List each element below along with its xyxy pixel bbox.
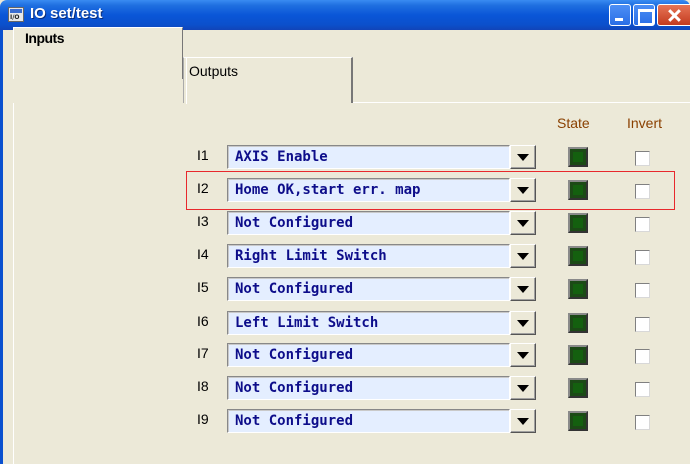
chevron-down-icon[interactable] bbox=[510, 211, 536, 235]
input-function-value: Not Configured bbox=[235, 215, 354, 231]
input-function-select[interactable]: Left Limit Switch bbox=[227, 311, 540, 335]
input-function-value: Left Limit Switch bbox=[235, 315, 379, 331]
maximize-button[interactable] bbox=[633, 4, 655, 26]
input-function-select[interactable]: Not Configured bbox=[227, 409, 540, 433]
input-row: I2 Home OK,start err. map bbox=[0, 174, 690, 204]
input-function-field[interactable]: Not Configured bbox=[227, 211, 510, 235]
input-function-select[interactable]: Not Configured bbox=[227, 376, 540, 400]
io-panel-icon: I/O bbox=[8, 7, 24, 22]
input-function-field[interactable]: AXIS Enable bbox=[227, 145, 510, 169]
input-function-value: Home OK,start err. map bbox=[235, 182, 421, 198]
input-id: I1 bbox=[197, 147, 209, 163]
input-id: I6 bbox=[197, 313, 209, 329]
state-column-header: State bbox=[557, 115, 590, 131]
input-id: I9 bbox=[197, 411, 209, 427]
input-function-field[interactable]: Not Configured bbox=[227, 376, 510, 400]
state-indicator bbox=[568, 147, 588, 167]
chevron-down-icon[interactable] bbox=[510, 145, 536, 169]
input-function-select[interactable]: Home OK,start err. map bbox=[227, 178, 540, 202]
input-id: I3 bbox=[197, 213, 209, 229]
state-indicator bbox=[568, 313, 588, 333]
input-row: I3 Not Configured bbox=[0, 207, 690, 237]
input-id: I2 bbox=[197, 180, 209, 196]
input-function-value: AXIS Enable bbox=[235, 149, 328, 165]
state-indicator bbox=[568, 246, 588, 266]
tab-outputs-label: Outputs bbox=[189, 63, 239, 79]
input-function-select[interactable]: Not Configured bbox=[227, 277, 540, 301]
input-function-select[interactable]: Not Configured bbox=[227, 211, 540, 235]
input-function-select[interactable]: AXIS Enable bbox=[227, 145, 540, 169]
window-title: IO set/test bbox=[30, 5, 103, 22]
invert-checkbox[interactable] bbox=[635, 349, 650, 364]
invert-checkbox[interactable] bbox=[635, 382, 650, 397]
chevron-down-icon[interactable] bbox=[510, 376, 536, 400]
chevron-down-icon[interactable] bbox=[510, 343, 536, 367]
invert-checkbox[interactable] bbox=[635, 217, 650, 232]
state-indicator bbox=[568, 279, 588, 299]
input-function-select[interactable]: Not Configured bbox=[227, 343, 540, 367]
tab-outputs[interactable]: Outputs bbox=[183, 57, 353, 104]
invert-checkbox[interactable] bbox=[635, 415, 650, 430]
state-indicator bbox=[568, 411, 588, 431]
input-function-field[interactable]: Not Configured bbox=[227, 343, 510, 367]
input-function-field[interactable]: Home OK,start err. map bbox=[227, 178, 510, 202]
minimize-button[interactable] bbox=[609, 4, 631, 26]
chevron-down-icon[interactable] bbox=[510, 277, 536, 301]
input-function-field[interactable]: Left Limit Switch bbox=[227, 311, 510, 335]
close-button[interactable] bbox=[657, 4, 690, 26]
input-row: I7 Not Configured bbox=[0, 339, 690, 369]
input-function-value: Not Configured bbox=[235, 413, 354, 429]
input-function-value: Right Limit Switch bbox=[235, 248, 387, 264]
state-indicator bbox=[568, 213, 588, 233]
tab-inputs-label: Inputs bbox=[25, 30, 65, 46]
invert-checkbox[interactable] bbox=[635, 283, 650, 298]
input-function-field[interactable]: Not Configured bbox=[227, 277, 510, 301]
chevron-down-icon[interactable] bbox=[510, 244, 536, 268]
input-row: I9 Not Configured bbox=[0, 405, 690, 435]
title-bar[interactable]: I/O IO set/test bbox=[0, 0, 690, 30]
tab-inputs[interactable]: Inputs bbox=[13, 27, 183, 79]
invert-checkbox[interactable] bbox=[635, 184, 650, 199]
state-indicator bbox=[568, 180, 588, 200]
input-row: I8 Not Configured bbox=[0, 372, 690, 402]
input-row: I5 Not Configured bbox=[0, 273, 690, 303]
invert-checkbox[interactable] bbox=[635, 317, 650, 332]
invert-column-header: Invert bbox=[627, 115, 663, 131]
invert-checkbox[interactable] bbox=[635, 250, 650, 265]
chevron-down-icon[interactable] bbox=[510, 409, 536, 433]
invert-checkbox[interactable] bbox=[635, 151, 650, 166]
input-function-value: Not Configured bbox=[235, 347, 354, 363]
input-function-field[interactable]: Right Limit Switch bbox=[227, 244, 510, 268]
state-indicator bbox=[568, 378, 588, 398]
input-id: I4 bbox=[197, 246, 209, 262]
input-row: I1 AXIS Enable bbox=[0, 141, 690, 171]
chevron-down-icon[interactable] bbox=[510, 178, 536, 202]
input-id: I8 bbox=[197, 378, 209, 394]
input-row: I4 Right Limit Switch bbox=[0, 240, 690, 270]
input-id: I5 bbox=[197, 279, 209, 295]
chevron-down-icon[interactable] bbox=[510, 311, 536, 335]
input-function-field[interactable]: Not Configured bbox=[227, 409, 510, 433]
state-indicator bbox=[568, 345, 588, 365]
input-function-value: Not Configured bbox=[235, 380, 354, 396]
input-id: I7 bbox=[197, 345, 209, 361]
input-function-value: Not Configured bbox=[235, 281, 354, 297]
input-function-select[interactable]: Right Limit Switch bbox=[227, 244, 540, 268]
input-row: I6 Left Limit Switch bbox=[0, 307, 690, 337]
